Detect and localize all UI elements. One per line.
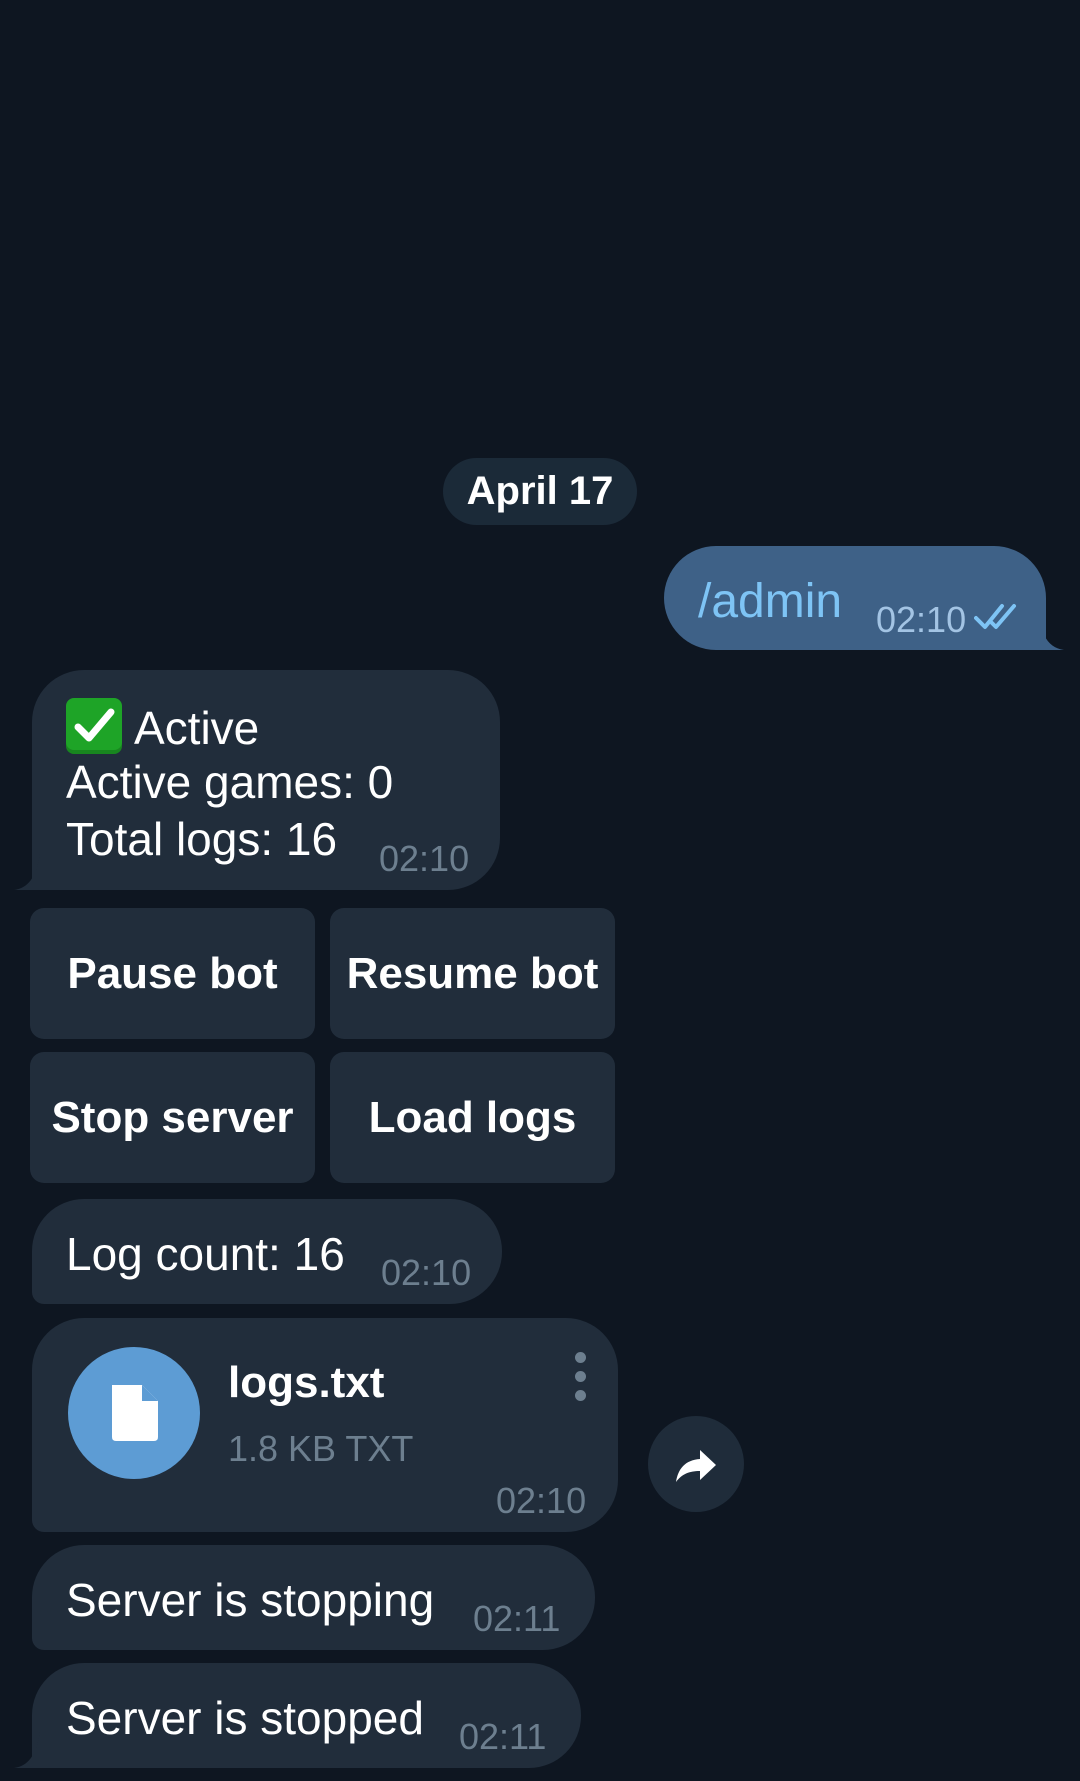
pause-bot-button[interactable]: Pause bot xyxy=(30,908,315,1039)
file-name: logs.txt xyxy=(228,1358,385,1407)
file-download-button[interactable] xyxy=(68,1347,200,1479)
stop-server-button[interactable]: Stop server xyxy=(30,1052,315,1183)
resume-bot-button[interactable]: Resume bot xyxy=(330,908,615,1039)
bubble-tail xyxy=(14,1732,50,1768)
more-options-icon[interactable] xyxy=(575,1352,587,1404)
server-stopped-text: Server is stopped xyxy=(66,1692,424,1744)
status-line-active: Active xyxy=(66,698,259,755)
check-mark-icon xyxy=(66,698,122,754)
outgoing-message-text: /admin xyxy=(698,575,843,628)
log-count-text: Log count: 16 xyxy=(66,1228,345,1280)
bubble-tail xyxy=(1028,614,1064,650)
total-logs-line: Total logs: 16 xyxy=(66,813,338,865)
read-checkmarks-icon xyxy=(974,604,1016,629)
file-message[interactable]: logs.txt 1.8 KB TXT 02:10 xyxy=(32,1318,618,1532)
forward-arrow-icon xyxy=(676,1450,716,1482)
bubble-tail xyxy=(14,854,50,890)
status-message[interactable]: Active Active games: 0 Total logs: 16 02… xyxy=(14,670,500,890)
date-separator-label: April 17 xyxy=(466,469,614,513)
message-time: 02:10 xyxy=(496,1480,587,1521)
message-time: 02:11 xyxy=(473,1598,561,1639)
message-time: 02:11 xyxy=(459,1716,547,1757)
active-games-line: Active games: 0 xyxy=(66,756,394,808)
server-stopping-text: Server is stopping xyxy=(66,1574,435,1626)
message-time: 02:10 xyxy=(876,599,967,640)
file-icon xyxy=(112,1385,158,1441)
message-time: 02:10 xyxy=(381,1252,472,1293)
date-separator: April 17 xyxy=(443,458,637,525)
forward-button[interactable] xyxy=(648,1416,744,1512)
log-count-message[interactable]: Log count: 16 02:10 xyxy=(32,1199,502,1304)
status-active-text: Active xyxy=(134,702,260,754)
server-stopping-message[interactable]: Server is stopping 02:11 xyxy=(32,1545,595,1650)
server-stopped-message[interactable]: Server is stopped 02:11 xyxy=(14,1663,581,1768)
file-size-type: 1.8 KB TXT xyxy=(228,1428,414,1469)
load-logs-button[interactable]: Load logs xyxy=(330,1052,615,1183)
outgoing-message[interactable]: /admin 02:10 xyxy=(664,546,1064,650)
message-time: 02:10 xyxy=(379,838,470,879)
